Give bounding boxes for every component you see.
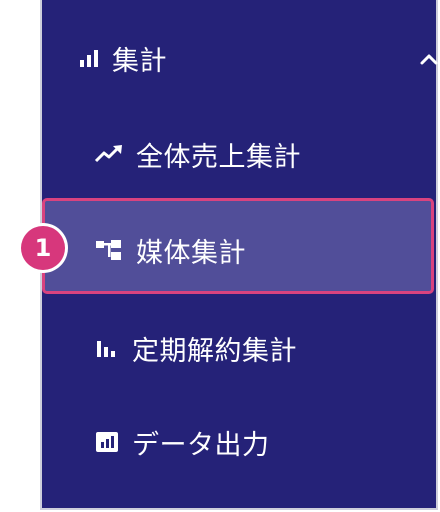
sidebar-item-label: 媒体集計 bbox=[136, 237, 246, 269]
trend-line-icon bbox=[94, 143, 124, 165]
sidebar-item-label: データ出力 bbox=[132, 429, 270, 461]
sidebar-group-label: 集計 bbox=[112, 45, 167, 77]
bar-chart-icon bbox=[94, 337, 120, 359]
chevron-up-icon[interactable] bbox=[418, 46, 440, 68]
sidebar-group-aggregation[interactable]: 集計 bbox=[42, 32, 440, 84]
bar-chart-icon bbox=[78, 47, 100, 69]
sidebar-nav: 集計 全体売上集計 媒体集計 定期解約集計 データ出力 bbox=[40, 0, 438, 510]
sidebar-item-media[interactable]: 媒体集計 bbox=[42, 224, 440, 276]
sidebar-item-total-sales[interactable]: 全体売上集計 bbox=[42, 128, 440, 180]
sidebar-item-data-export[interactable]: データ出力 bbox=[42, 416, 440, 468]
sitemap-icon bbox=[94, 238, 124, 262]
sidebar-item-label: 定期解約集計 bbox=[132, 335, 297, 367]
chart-box-icon bbox=[94, 430, 120, 454]
sidebar-item-subscription-cancel[interactable]: 定期解約集計 bbox=[42, 322, 440, 374]
sidebar-item-label: 全体売上集計 bbox=[136, 141, 301, 173]
step-number-badge: 1 bbox=[21, 226, 65, 270]
